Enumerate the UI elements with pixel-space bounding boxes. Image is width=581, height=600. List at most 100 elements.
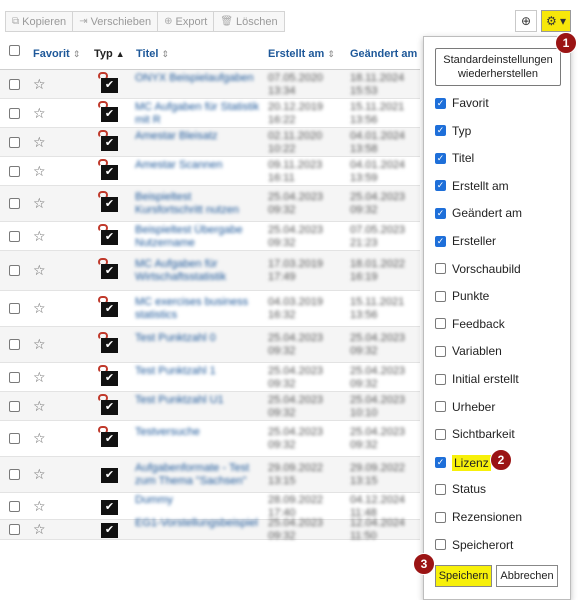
row-checkbox[interactable] (9, 339, 20, 350)
column-option[interactable]: Initial erstellt (435, 372, 519, 386)
table-settings-button[interactable]: ⚙ ▾ (541, 10, 571, 32)
column-option[interactable]: ✓ Erstellt am (435, 179, 509, 193)
star-icon[interactable]: ☆ (33, 369, 46, 386)
column-option[interactable]: Punkte (435, 289, 489, 303)
star-icon[interactable]: ☆ (33, 430, 46, 447)
star-icon[interactable]: ☆ (33, 134, 46, 151)
option-checkbox[interactable] (435, 428, 446, 440)
column-option[interactable]: ✓ Titel (435, 151, 474, 165)
checkbox-square-icon: ✔ (101, 230, 118, 245)
export-button[interactable]: ⊕ Export (157, 11, 215, 32)
column-option[interactable]: ✓ Typ (435, 124, 471, 138)
column-header-favorit[interactable]: Favorit ⇕ (33, 48, 80, 60)
column-header-titel[interactable]: Titel ⇕ (136, 48, 169, 60)
column-option[interactable]: ✓ Lizenz (435, 454, 491, 471)
row-checkbox[interactable] (9, 401, 20, 412)
move-button[interactable]: ⇥ Verschieben (72, 11, 159, 32)
option-checkbox[interactable]: ✓ (435, 207, 446, 219)
star-icon[interactable]: ☆ (33, 163, 46, 180)
option-checkbox[interactable] (435, 290, 446, 302)
column-option[interactable]: Status (435, 482, 486, 496)
column-header-geaendert[interactable]: Geändert am (350, 48, 417, 60)
option-checkbox[interactable]: ✓ (435, 152, 446, 164)
star-icon[interactable]: ☆ (33, 262, 46, 279)
row-checkbox[interactable] (9, 108, 20, 119)
row-checkbox[interactable] (9, 469, 20, 480)
option-checkbox[interactable] (435, 539, 446, 551)
row-title-link[interactable]: Test Punktzahl 1 (135, 365, 260, 378)
column-option[interactable]: Rezensionen (435, 510, 522, 524)
row-title-link[interactable]: ONYX Beispielaufgaben (135, 72, 260, 85)
column-option[interactable]: Vorschaubild (435, 262, 521, 276)
column-option[interactable]: Sichtbarkeit (435, 427, 515, 441)
row-title-link[interactable]: Test Punktzahl U1 (135, 394, 260, 407)
option-checkbox[interactable] (435, 401, 446, 413)
column-option[interactable]: ✓ Ersteller (435, 234, 496, 248)
row-title-link[interactable]: Dummy (135, 494, 260, 507)
table-body: ☆ ✔ ONYX Beispielaufgaben 07.05.2020 13:34 1… (0, 70, 420, 542)
star-icon[interactable]: ☆ (33, 195, 46, 212)
column-option[interactable]: Feedback (435, 317, 505, 331)
row-title-link[interactable]: Beispieltest Kursfortschritt nutzen (135, 191, 260, 217)
column-option[interactable]: ✓ Geändert am (435, 206, 522, 220)
option-checkbox[interactable]: ✓ (435, 235, 446, 247)
option-checkbox[interactable]: ✓ (435, 97, 446, 109)
row-checkbox[interactable] (9, 79, 20, 90)
select-all-checkbox[interactable] (9, 45, 20, 56)
column-header-erstellt[interactable]: Erstellt am ⇕ (268, 48, 335, 60)
row-title-link[interactable]: Amestar Scannen (135, 159, 260, 172)
row-checkbox[interactable] (9, 501, 20, 512)
copy-button[interactable]: ⧉ Kopieren (5, 11, 74, 32)
option-checkbox[interactable] (435, 511, 446, 523)
star-icon[interactable]: ☆ (33, 398, 46, 415)
download-icon: ⊕ (520, 14, 532, 28)
row-title-link[interactable]: MC Aufgaben für Wirtschaftsstatistik (135, 258, 260, 284)
row-checkbox[interactable] (9, 231, 20, 242)
option-checkbox[interactable] (435, 345, 446, 357)
star-icon[interactable]: ☆ (33, 521, 46, 538)
row-title-link[interactable]: Aufgabenformate - Test zum Thema "Sachse… (135, 462, 260, 488)
row-checkbox[interactable] (9, 372, 20, 383)
star-icon[interactable]: ☆ (33, 498, 46, 515)
row-checkbox[interactable] (9, 524, 20, 535)
option-checkbox[interactable]: ✓ (435, 125, 446, 137)
row-title-link[interactable]: Amestar Bleisatz (135, 130, 260, 143)
option-checkbox[interactable] (435, 483, 446, 495)
row-changed-date: 15.11.2021 13:56 (350, 296, 405, 321)
column-option[interactable]: ✓ Favorit (435, 96, 489, 110)
cancel-button[interactable]: Abbrechen (496, 565, 558, 587)
row-title-link[interactable]: EG1-Vorstellungsbeispiel (135, 517, 260, 530)
star-icon[interactable]: ☆ (33, 300, 46, 317)
column-option[interactable]: Urheber (435, 400, 495, 414)
option-checkbox[interactable]: ✓ (435, 180, 446, 192)
row-checkbox[interactable] (9, 433, 20, 444)
row-title-link[interactable]: MC exercises business statistics (135, 296, 260, 322)
star-icon[interactable]: ☆ (33, 466, 46, 483)
row-title-link[interactable]: MC Aufgaben für Statistik mit R (135, 101, 260, 127)
row-checkbox[interactable] (9, 265, 20, 276)
star-icon[interactable]: ☆ (33, 336, 46, 353)
star-icon[interactable]: ☆ (33, 228, 46, 245)
column-option[interactable]: Variablen (435, 344, 502, 358)
row-title-link[interactable]: Test Punktzahl 0 (135, 332, 260, 345)
option-checkbox[interactable] (435, 318, 446, 330)
row-checkbox[interactable] (9, 303, 20, 314)
option-checkbox[interactable] (435, 263, 446, 275)
row-title-link[interactable]: Testversuche (135, 426, 260, 439)
test-type-icon: ✔ (98, 426, 122, 448)
column-option[interactable]: Speicherort (435, 538, 513, 552)
row-checkbox[interactable] (9, 198, 20, 209)
save-button[interactable]: Speichern (435, 565, 492, 587)
star-icon[interactable]: ☆ (33, 76, 46, 93)
row-created-date: 25.04.2023 09:32 (268, 394, 324, 419)
row-checkbox[interactable] (9, 137, 20, 148)
option-checkbox[interactable]: ✓ (435, 457, 446, 469)
row-title-link[interactable]: Beispieltest Übergabe Nutzername (135, 224, 260, 250)
star-icon[interactable]: ☆ (33, 105, 46, 122)
option-checkbox[interactable] (435, 373, 446, 385)
download-button[interactable]: ⊕ (515, 10, 537, 32)
delete-button[interactable]: 🗑 Löschen (213, 11, 285, 32)
reset-defaults-button[interactable]: Standardeinstellungen wiederherstellen (435, 48, 561, 86)
column-header-typ[interactable]: Typ ▲ (94, 48, 125, 60)
row-checkbox[interactable] (9, 166, 20, 177)
